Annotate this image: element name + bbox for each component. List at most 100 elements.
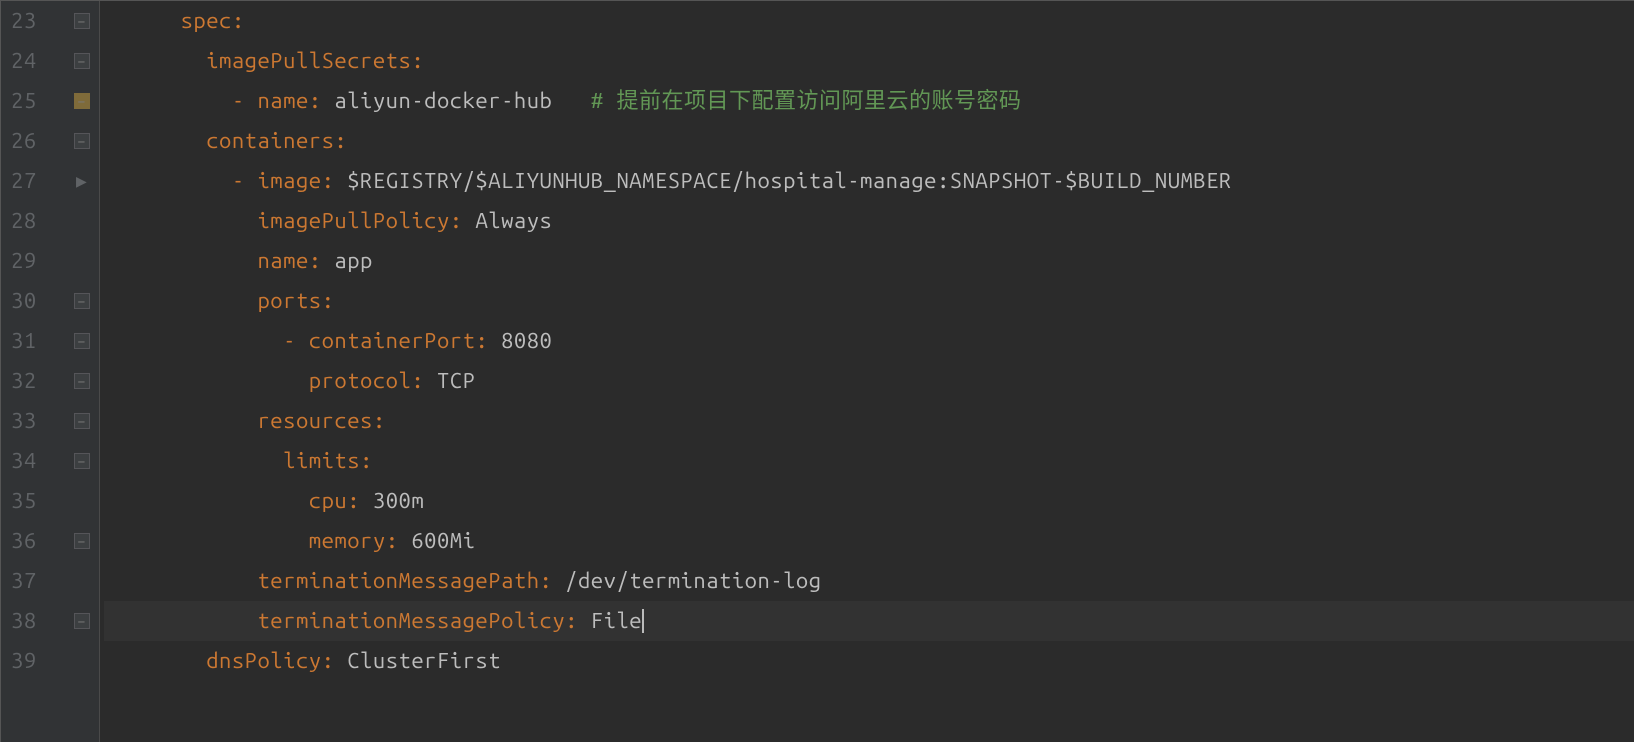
code-line[interactable]: name: app — [104, 241, 1634, 281]
code-line[interactable]: ports: — [104, 281, 1634, 321]
token-comm: # 提前在项目下配置访问阿里云的账号密码 — [591, 81, 1022, 121]
token-ind — [104, 481, 309, 521]
code-line[interactable]: cpu: 300m — [104, 481, 1634, 521]
fold-marker — [65, 641, 99, 681]
token-col: : — [322, 161, 348, 201]
token-ind — [552, 81, 590, 121]
token-str: 8080 — [501, 321, 552, 361]
token-key: terminationMessagePolicy — [257, 601, 565, 641]
fold-marker[interactable]: − — [65, 401, 99, 441]
fold-open-icon[interactable]: − — [74, 373, 90, 389]
code-line[interactable]: - image: $REGISTRY/$ALIYUNHUB_NAMESPACE/… — [104, 161, 1634, 201]
line-number: 27 — [11, 161, 37, 201]
fold-open-icon[interactable]: − — [74, 613, 90, 629]
fold-marker[interactable]: − — [65, 1, 99, 41]
token-key: image — [257, 161, 321, 201]
token-str: /dev/termination-log — [565, 561, 821, 601]
code-line[interactable]: protocol: TCP — [104, 361, 1634, 401]
code-line[interactable]: imagePullSecrets: — [104, 41, 1634, 81]
line-number: 33 — [11, 401, 37, 441]
fold-marker[interactable]: − — [65, 361, 99, 401]
fold-open-icon[interactable]: − — [74, 13, 90, 29]
token-col: : — [309, 81, 335, 121]
line-number: 30 — [11, 281, 37, 321]
token-col: : — [347, 481, 373, 521]
token-col: : — [475, 321, 501, 361]
code-editor[interactable]: 2324252627282930313233343536373839 − − − − ▶… — [0, 0, 1634, 742]
token-col: : — [450, 201, 476, 241]
fold-marker[interactable]: ▶ — [65, 161, 99, 201]
token-str: 600Mi — [411, 521, 475, 561]
token-ind — [104, 641, 207, 681]
token-ind — [104, 241, 258, 281]
line-numbers: 2324252627282930313233343536373839 — [1, 1, 65, 742]
code-line[interactable]: imagePullPolicy: Always — [104, 201, 1634, 241]
token-ind — [104, 521, 309, 561]
token-ind — [104, 601, 258, 641]
code-line[interactable]: memory: 600Mi — [104, 521, 1634, 561]
token-key: dnsPolicy — [206, 641, 321, 681]
token-key: containers — [206, 121, 334, 161]
line-number: 26 — [11, 121, 37, 161]
code-line[interactable]: - containerPort: 8080 — [104, 321, 1634, 361]
code-line[interactable]: spec: — [104, 1, 1634, 41]
code-area[interactable]: spec: imagePullSecrets: - name: aliyun-d… — [100, 1, 1634, 742]
token-col: : — [565, 601, 591, 641]
token-str: 300m — [373, 481, 424, 521]
token-key: cpu — [309, 481, 347, 521]
line-number: 31 — [11, 321, 37, 361]
fold-marker[interactable]: − — [65, 521, 99, 561]
fold-marker[interactable]: − — [65, 441, 99, 481]
fold-marker[interactable]: − — [65, 601, 99, 641]
code-line[interactable]: terminationMessagePolicy: File — [104, 601, 1634, 641]
fold-marker[interactable]: − — [65, 321, 99, 361]
code-line[interactable]: - name: aliyun-docker-hub # 提前在项目下配置访问阿里… — [104, 81, 1634, 121]
line-number: 29 — [11, 241, 37, 281]
fold-open-icon[interactable]: − — [74, 333, 90, 349]
fold-marker[interactable]: − — [65, 41, 99, 81]
token-key: ports — [257, 281, 321, 321]
fold-open-icon[interactable]: − — [74, 53, 90, 69]
token-ind — [104, 561, 258, 601]
token-dash: - — [232, 81, 258, 121]
line-number: 25 — [11, 81, 37, 121]
line-number: 34 — [11, 441, 37, 481]
token-key: name — [257, 241, 308, 281]
token-key: memory — [309, 521, 386, 561]
token-key: name — [257, 81, 308, 121]
code-line[interactable]: limits: — [104, 441, 1634, 481]
token-dash: - — [283, 321, 309, 361]
code-line[interactable]: containers: — [104, 121, 1634, 161]
token-col: : — [322, 281, 335, 321]
fold-marker[interactable]: − — [65, 281, 99, 321]
gutter: 2324252627282930313233343536373839 − − − − ▶… — [1, 1, 100, 742]
fold-marker[interactable]: − — [65, 121, 99, 161]
token-key: protocol — [309, 361, 412, 401]
fold-column[interactable]: − − − − ▶ − − − − − − − — [65, 1, 99, 742]
token-col: : — [309, 241, 335, 281]
token-str: Always — [475, 201, 552, 241]
code-line[interactable]: terminationMessagePath: /dev/termination… — [104, 561, 1634, 601]
fold-open-icon[interactable]: − — [74, 533, 90, 549]
fold-marker — [65, 561, 99, 601]
code-line[interactable]: dnsPolicy: ClusterFirst — [104, 641, 1634, 681]
code-line[interactable]: resources: — [104, 401, 1634, 441]
token-ind — [104, 441, 283, 481]
token-col: : — [232, 1, 245, 41]
change-marker-icon[interactable]: − — [74, 93, 90, 109]
token-ind — [104, 201, 258, 241]
token-key: terminationMessagePath — [257, 561, 539, 601]
fold-collapsed-icon[interactable]: ▶ — [76, 161, 87, 201]
fold-open-icon[interactable]: − — [74, 133, 90, 149]
fold-open-icon[interactable]: − — [74, 293, 90, 309]
token-ind — [104, 41, 207, 81]
text-caret — [642, 609, 644, 633]
line-number: 24 — [11, 41, 37, 81]
fold-open-icon[interactable]: − — [74, 453, 90, 469]
fold-marker — [65, 241, 99, 281]
token-col: : — [411, 41, 424, 81]
fold-open-icon[interactable]: − — [74, 413, 90, 429]
token-ind — [104, 161, 232, 201]
line-number: 28 — [11, 201, 37, 241]
fold-marker[interactable]: − — [65, 81, 99, 121]
